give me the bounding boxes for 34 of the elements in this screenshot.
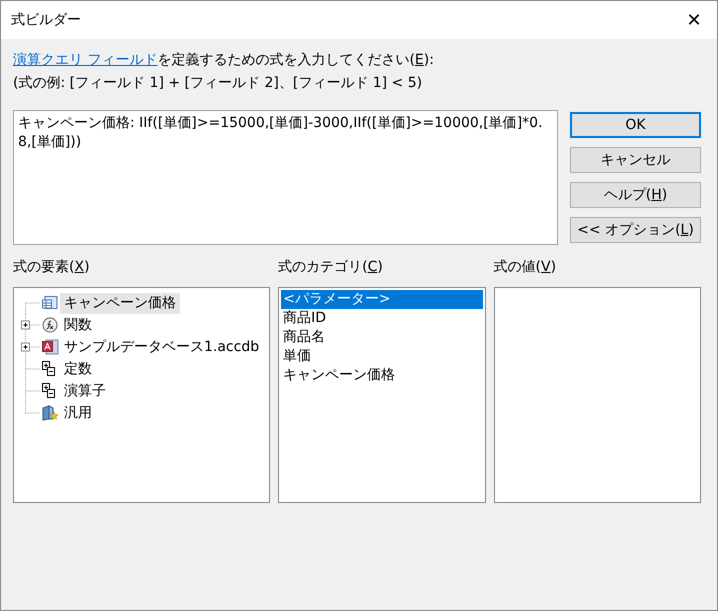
tree-line (25, 336, 40, 358)
function-icon (42, 317, 58, 333)
list-item[interactable]: 単価 (281, 347, 483, 366)
list-item[interactable]: <パラメーター> (281, 290, 483, 309)
tree-item[interactable]: キャンペーン価格 (60, 292, 180, 314)
tree-item[interactable]: 汎用 (60, 402, 96, 424)
dialog-button[interactable]: ヘルプ(H) (570, 182, 701, 208)
tree-line (25, 358, 40, 380)
tree-item[interactable]: 関数 (60, 314, 96, 336)
database-icon (42, 339, 59, 355)
constant-icon (42, 383, 56, 399)
dialog-button[interactable]: << オプション(L) (570, 217, 701, 243)
list-item[interactable]: 商品名 (281, 328, 483, 347)
table-icon (42, 296, 58, 310)
list-item[interactable]: キャンペーン価格 (281, 366, 483, 385)
categories-label: 式のカテゴリ(C) (278, 259, 383, 275)
constant-icon (42, 361, 56, 377)
prompt-text: 演算クエリ フィールド を定義するための式を入力してください(E): (13, 52, 434, 68)
book-star-icon (42, 405, 59, 421)
tree-item[interactable]: サンプルデータベース1.accdb (60, 336, 264, 358)
dialog-button[interactable]: キャンセル (570, 147, 701, 173)
tree-item[interactable]: 演算子 (60, 380, 110, 402)
expression-field[interactable]: キャンペーン価格: IIf([単価]>=15000,[単価]-3000,IIf([単価]>=10000,[単価]*0.8,[単価])) (13, 110, 558, 245)
expand-icon[interactable] (21, 342, 30, 352)
expand-icon[interactable] (21, 320, 30, 330)
elements-label: 式の要素(X) (13, 259, 90, 275)
field-link[interactable]: 演算クエリ フィールド (13, 52, 158, 68)
list-item[interactable]: 商品ID (281, 309, 483, 328)
values-label: 式の値(V) (494, 259, 556, 275)
example-text: (式の例: [フィールド 1] + [フィールド 2]、[フィールド 1] < 5) (13, 75, 422, 91)
close-button[interactable]: ✕ (671, 1, 717, 39)
tree-item[interactable]: 定数 (60, 358, 96, 380)
dialog-button[interactable]: OK (570, 112, 701, 138)
window-title: 式ビルダー (11, 10, 81, 30)
